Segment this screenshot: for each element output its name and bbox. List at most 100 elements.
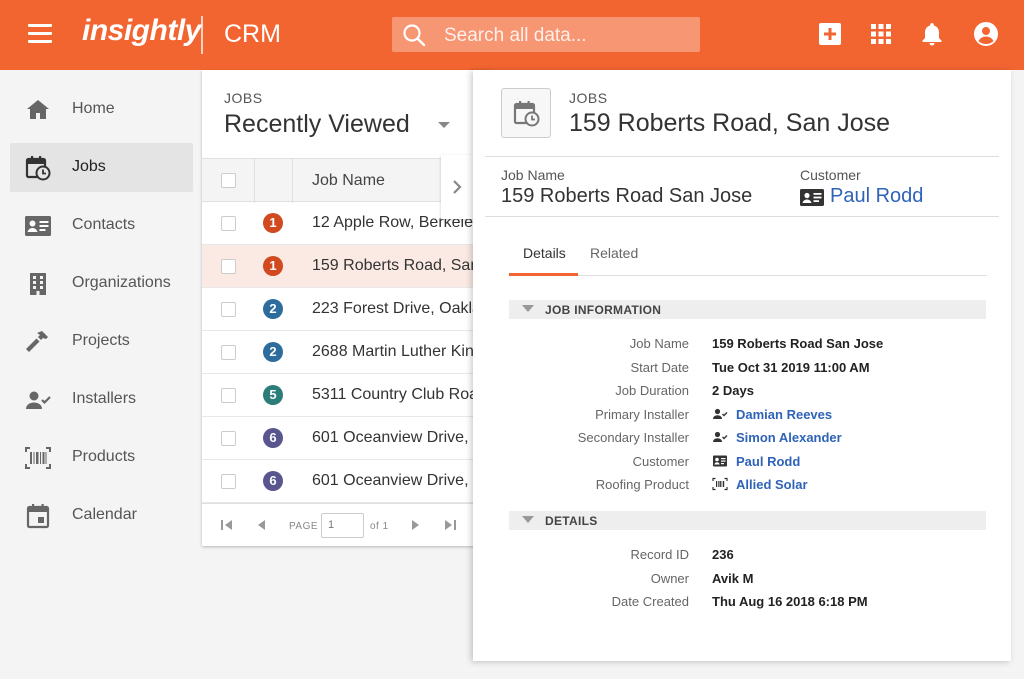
details-section-header[interactable]: DETAILS: [509, 511, 986, 530]
job-name-link[interactable]: 2688 Martin Luther King: [312, 343, 492, 361]
row-checkbox[interactable]: [221, 216, 236, 231]
building-icon: [30, 273, 46, 295]
collapse-panel-button[interactable]: [441, 155, 473, 219]
sidebar-item-label: Installers: [72, 390, 137, 407]
contact-card-icon: [25, 216, 51, 236]
page-count-label: of 1: [370, 521, 389, 532]
sidebar-item-projects[interactable]: Projects: [10, 317, 193, 366]
table-row[interactable]: 2 223 Forest Drive, Oakland: [202, 288, 492, 331]
field-label: Owner: [650, 571, 689, 586]
last-page-icon[interactable]: [443, 518, 457, 532]
select-all-checkbox[interactable]: [221, 173, 236, 188]
sidebar-item-jobs[interactable]: Jobs: [10, 143, 193, 192]
job-information-section-header[interactable]: JOB INFORMATION: [509, 300, 986, 319]
search-input[interactable]: Search all data...: [392, 17, 700, 52]
customer-link[interactable]: Paul Rodd: [830, 185, 923, 208]
row-checkbox[interactable]: [221, 345, 236, 360]
field-label: Start Date: [630, 360, 689, 375]
tab-related[interactable]: Related: [590, 245, 638, 261]
field-value: 2 Days: [712, 383, 754, 398]
app-grid-icon[interactable]: [867, 20, 895, 48]
row-checkbox[interactable]: [221, 259, 236, 274]
job-name-link[interactable]: 601 Oceanview Drive, S: [312, 429, 492, 447]
field-value: Tue Oct 31 2019 11:00 AM: [712, 360, 870, 375]
divider: [485, 156, 999, 157]
table-row[interactable]: 5 5311 Country Club Road: [202, 374, 492, 417]
search-placeholder: Search all data...: [444, 25, 587, 46]
roofing-product-link[interactable]: Allied Solar: [736, 477, 808, 492]
active-tab-indicator: [509, 273, 578, 276]
sidebar-item-label: Organizations: [72, 274, 171, 291]
job-name-link[interactable]: 159 Roberts Road, San Jose: [312, 257, 492, 275]
barcode-icon: [712, 477, 728, 491]
notifications-bell-icon[interactable]: [918, 20, 946, 48]
chevron-right-icon: [453, 180, 462, 194]
job-name-label: Job Name: [501, 167, 565, 183]
field-value: Thu Aug 16 2018 6:18 PM: [712, 594, 868, 609]
job-status-badge: 1: [263, 213, 283, 233]
list-view-selector[interactable]: Recently Viewed: [224, 110, 410, 139]
insightly-logo[interactable]: insightly: [82, 14, 201, 48]
sidebar-item-contacts[interactable]: Contacts: [10, 201, 193, 250]
sidebar-item-organizations[interactable]: Organizations: [10, 259, 193, 308]
job-status-badge: 2: [263, 299, 283, 319]
sidebar-item-products[interactable]: Products: [10, 433, 193, 482]
page-number-input[interactable]: 1: [321, 513, 364, 538]
next-page-icon[interactable]: [408, 518, 422, 532]
contact-card-icon: [800, 189, 824, 206]
barcode-icon: [25, 447, 51, 469]
field-label: Primary Installer: [595, 407, 689, 422]
sidebar-item-label: Products: [72, 448, 136, 465]
previous-page-icon[interactable]: [255, 518, 269, 532]
sidebar-item-home[interactable]: Home: [10, 85, 193, 134]
page-title: 159 Roberts Road, San Jose: [569, 109, 891, 137]
chevron-down-icon: [522, 516, 534, 523]
job-status-badge: 5: [263, 385, 283, 405]
primary-installer-link[interactable]: Damian Reeves: [736, 407, 832, 422]
user-account-icon[interactable]: [972, 20, 1000, 48]
field-value: 159 Roberts Road San Jose: [712, 336, 884, 351]
job-detail-panel: JOBS 159 Roberts Road, San Jose Job Name…: [473, 70, 1011, 661]
chevron-down-icon: [522, 305, 534, 312]
customer-label: Customer: [800, 167, 861, 183]
row-checkbox[interactable]: [221, 431, 236, 446]
job-name-link[interactable]: 223 Forest Drive, Oakland: [312, 300, 492, 318]
table-row[interactable]: 6 601 Oceanview Drive, S: [202, 460, 492, 503]
job-name-column-header[interactable]: Job Name: [312, 172, 385, 190]
row-checkbox[interactable]: [221, 474, 236, 489]
row-checkbox[interactable]: [221, 302, 236, 317]
hamburger-menu-icon[interactable]: [28, 24, 52, 44]
job-name-link[interactable]: 5311 Country Club Road: [312, 386, 492, 404]
pagination: PAGE 1 of 1: [202, 503, 492, 546]
sidebar-item-label: Jobs: [72, 158, 106, 175]
logo-divider: [201, 16, 203, 54]
sidebar-item-label: Contacts: [72, 216, 136, 233]
first-page-icon[interactable]: [220, 518, 234, 532]
table-row[interactable]: 2 2688 Martin Luther King: [202, 331, 492, 374]
sidebar-item-calendar[interactable]: Calendar: [10, 491, 193, 540]
top-bar: insightly CRM Search all data...: [0, 0, 1024, 70]
sidebar-item-installers[interactable]: Installers: [10, 375, 193, 424]
person-check-icon: [713, 431, 728, 442]
tab-details[interactable]: Details: [523, 245, 566, 261]
add-icon[interactable]: [816, 20, 844, 48]
field-label: Customer: [632, 454, 689, 469]
customer-field-link[interactable]: Paul Rodd: [736, 454, 800, 469]
chevron-down-icon[interactable]: [438, 122, 450, 128]
job-name-link[interactable]: 601 Oceanview Drive, S: [312, 472, 492, 490]
detail-tabs: Details Related: [509, 232, 987, 276]
column-divider: [292, 159, 293, 203]
field-label: Secondary Installer: [577, 430, 689, 445]
secondary-installer-link[interactable]: Simon Alexander: [736, 430, 842, 445]
field-value: 236: [712, 547, 734, 562]
row-checkbox[interactable]: [221, 388, 236, 403]
field-label: Job Name: [629, 336, 689, 351]
table-row[interactable]: 1 159 Roberts Road, San Jose: [202, 245, 492, 288]
calendar-icon: [26, 504, 50, 529]
section-title: JOB INFORMATION: [545, 303, 662, 317]
job-status-badge: 1: [263, 256, 283, 276]
table-row[interactable]: 6 601 Oceanview Drive, S: [202, 417, 492, 460]
sidebar-item-label: Projects: [72, 332, 130, 349]
job-name-value: 159 Roberts Road San Jose: [501, 185, 753, 207]
field-label: Date Created: [611, 594, 689, 609]
